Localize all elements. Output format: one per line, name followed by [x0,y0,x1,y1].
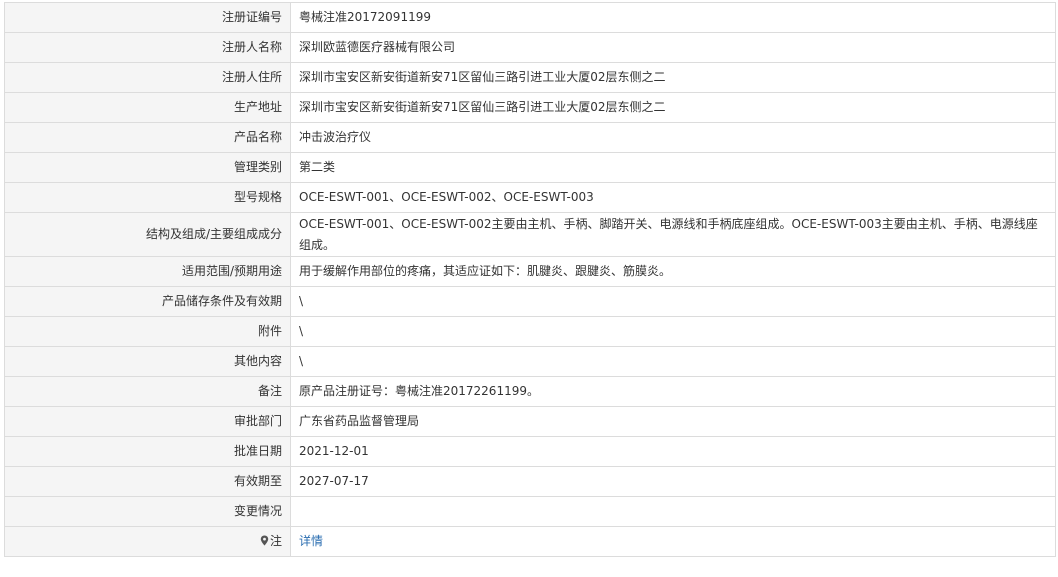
row-value: 2027-07-17 [290,466,1056,497]
detail-row-remarks: 备注 原产品注册证号：粤械注准20172261199。 [4,376,1056,407]
registration-detail-table: 注册证编号 粤械注准20172091199 注册人名称 深圳欧蓝德医疗器械有限公… [4,2,1056,557]
note-label: 注 [269,534,282,548]
details-link[interactable]: 详情 [299,534,323,548]
row-label: 结构及组成/主要组成成分 [4,212,291,257]
row-value: 深圳市宝安区新安街道新安71区留仙三路引进工业大厦02层东侧之二 [290,62,1056,93]
row-value: 深圳市宝安区新安街道新安71区留仙三路引进工业大厦02层东侧之二 [290,92,1056,123]
row-label: 附件 [4,316,291,347]
row-value: 深圳欧蓝德医疗器械有限公司 [290,32,1056,63]
detail-rows: 注册证编号 粤械注准20172091199 注册人名称 深圳欧蓝德医疗器械有限公… [4,2,1056,557]
row-label: 其他内容 [4,346,291,377]
detail-row-storage: 产品储存条件及有效期 \ [4,286,1056,317]
row-label: 产品储存条件及有效期 [4,286,291,317]
detail-row-approval-date: 批准日期 2021-12-01 [4,436,1056,467]
row-label: 有效期至 [4,466,291,497]
detail-row-other: 其他内容 \ [4,346,1056,377]
detail-row-accessories: 附件 \ [4,316,1056,347]
row-label: 型号规格 [4,182,291,213]
note-value-cell: 详情 [290,526,1056,557]
row-label: 产品名称 [4,122,291,153]
detail-row-registrant-name: 注册人名称 深圳欧蓝德医疗器械有限公司 [4,32,1056,63]
row-value: \ [290,316,1056,347]
row-value: 广东省药品监督管理局 [290,406,1056,437]
detail-row-structure: 结构及组成/主要组成成分 OCE-ESWT-001、OCE-ESWT-002主要… [4,212,1056,257]
row-label: 注册人名称 [4,32,291,63]
row-value: \ [290,346,1056,377]
row-value: 冲击波治疗仪 [290,122,1056,153]
row-label: 变更情况 [4,496,291,527]
row-label: 注册证编号 [4,2,291,33]
row-value: 用于缓解作用部位的疼痛，其适应证如下：肌腱炎、跟腱炎、筋膜炎。 [290,256,1056,287]
detail-row-model-spec: 型号规格 OCE-ESWT-001、OCE-ESWT-002、OCE-ESWT-… [4,182,1056,213]
note-label-cell: 注 [4,526,291,557]
row-label: 备注 [4,376,291,407]
row-value: 第二类 [290,152,1056,183]
detail-row-product-name: 产品名称 冲击波治疗仪 [4,122,1056,153]
row-value [290,496,1056,527]
detail-row-management-class: 管理类别 第二类 [4,152,1056,183]
row-label: 批准日期 [4,436,291,467]
row-label: 审批部门 [4,406,291,437]
detail-row-valid-until: 有效期至 2027-07-17 [4,466,1056,497]
row-value: \ [290,286,1056,317]
row-value: 粤械注准20172091199 [290,2,1056,33]
row-value: OCE-ESWT-001、OCE-ESWT-002、OCE-ESWT-003 [290,182,1056,213]
row-label: 管理类别 [4,152,291,183]
detail-row-approval-dept: 审批部门 广东省药品监督管理局 [4,406,1056,437]
detail-row-note: 注 详情 [4,526,1056,557]
row-value: 原产品注册证号：粤械注准20172261199。 [290,376,1056,407]
row-label: 注册人住所 [4,62,291,93]
map-pin-icon [260,532,269,546]
detail-row-production-address: 生产地址 深圳市宝安区新安街道新安71区留仙三路引进工业大厦02层东侧之二 [4,92,1056,123]
detail-row-changes: 变更情况 [4,496,1056,527]
row-value: 2021-12-01 [290,436,1056,467]
detail-row-intended-use: 适用范围/预期用途 用于缓解作用部位的疼痛，其适应证如下：肌腱炎、跟腱炎、筋膜炎… [4,256,1056,287]
row-label: 适用范围/预期用途 [4,256,291,287]
row-label: 生产地址 [4,92,291,123]
detail-row-registrant-address: 注册人住所 深圳市宝安区新安街道新安71区留仙三路引进工业大厦02层东侧之二 [4,62,1056,93]
detail-row-registration-no: 注册证编号 粤械注准20172091199 [4,2,1056,33]
row-value: OCE-ESWT-001、OCE-ESWT-002主要由主机、手柄、脚踏开关、电… [290,212,1056,257]
